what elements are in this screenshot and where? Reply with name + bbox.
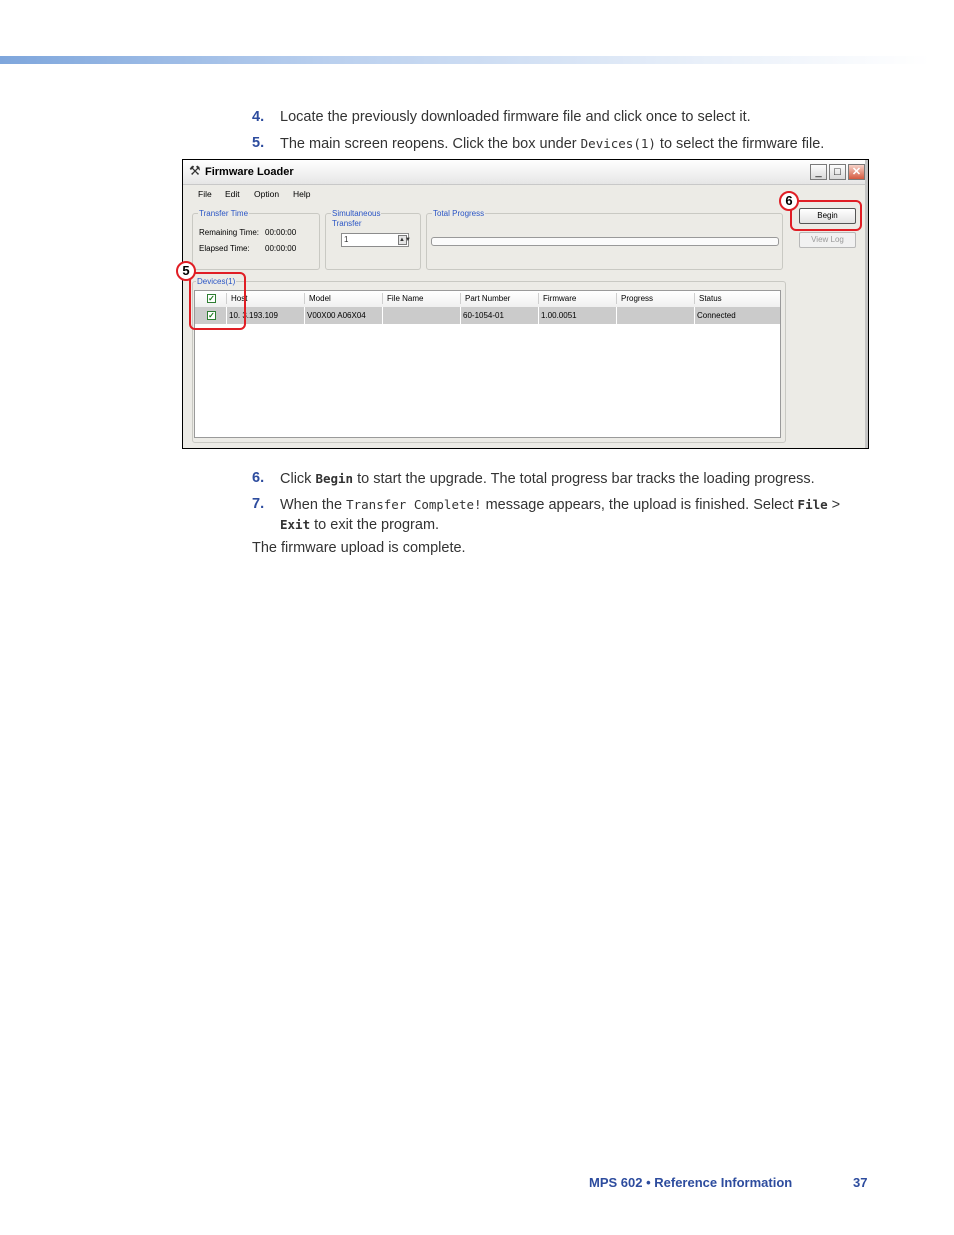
- close-button[interactable]: ✕: [848, 164, 865, 180]
- cell-status: Connected: [697, 311, 736, 320]
- simultaneous-label: Simultaneous: [331, 209, 382, 218]
- step-text: Click Begin to start the upgrade. The to…: [280, 471, 815, 487]
- table-row[interactable]: ✓ 10. 3.193.109 V00X00 A06X04 60-1054-01…: [195, 307, 780, 324]
- column-model[interactable]: Model: [309, 294, 331, 303]
- cell-firmware: 1.00.0051: [541, 311, 577, 320]
- header-accent-bar: [0, 56, 930, 64]
- column-file-name[interactable]: File Name: [387, 294, 423, 303]
- code-devices: Devices(1): [580, 136, 656, 151]
- column-part-number[interactable]: Part Number: [465, 294, 510, 303]
- maximize-button[interactable]: □: [829, 164, 846, 180]
- callout-5-badge: 5: [176, 261, 196, 281]
- view-log-button[interactable]: View Log: [799, 232, 856, 248]
- menu-bar: File Edit Option Help: [183, 185, 865, 203]
- elapsed-time-label: Elapsed Time:: [199, 244, 250, 253]
- column-firmware[interactable]: Firmware: [543, 294, 576, 303]
- column-progress[interactable]: Progress: [621, 294, 653, 303]
- total-progress-bar: [431, 237, 779, 246]
- page-number: 37: [853, 1175, 868, 1190]
- firmware-loader-screenshot: ⚒ Firmware Loader _ □ ✕ File Edit Option…: [176, 159, 869, 449]
- simultaneous-transfer-spinner[interactable]: 1 ▲▼: [341, 233, 411, 247]
- minimize-button[interactable]: _: [810, 164, 827, 180]
- spinner-arrows-icon[interactable]: ▲▼: [398, 235, 411, 245]
- transfer-time-label: Transfer Time: [198, 209, 250, 218]
- step-text: When the Transfer Complete! message appe…: [280, 497, 841, 533]
- code-transfer-complete: Transfer Complete!: [346, 497, 482, 512]
- menu-edit[interactable]: Edit: [225, 189, 240, 199]
- devices-table: ✓ Host Model File Name Part Number Firmw…: [194, 290, 781, 438]
- code-file: File: [797, 497, 828, 512]
- closing-paragraph: The firmware upload is complete.: [252, 540, 466, 556]
- code-exit: Exit: [280, 517, 311, 532]
- callout-6-badge: 6: [779, 191, 799, 211]
- step-number: 5.: [252, 135, 265, 151]
- column-status[interactable]: Status: [699, 294, 722, 303]
- tools-icon: ⚒: [189, 163, 201, 178]
- callout-5-frame: [189, 272, 246, 330]
- step-text: The main screen reopens. Click the box u…: [280, 136, 825, 152]
- step-number: 4.: [252, 109, 265, 125]
- menu-file[interactable]: File: [198, 189, 212, 199]
- footer-title: MPS 602 • Reference Information: [589, 1175, 793, 1190]
- transfer-label: Transfer: [331, 219, 363, 228]
- cell-model: V00X00 A06X04: [307, 311, 366, 320]
- window-title: Firmware Loader: [205, 166, 294, 178]
- code-begin: Begin: [315, 471, 354, 486]
- elapsed-time-value: 00:00:00: [265, 244, 297, 253]
- remaining-time-label: Remaining Time:: [199, 228, 260, 237]
- step-number: 6.: [252, 470, 265, 486]
- step-text: Locate the previously downloaded firmwar…: [280, 109, 751, 125]
- firmware-loader-window: ⚒ Firmware Loader _ □ ✕ File Edit Option…: [176, 160, 868, 448]
- menu-help[interactable]: Help: [293, 189, 310, 199]
- cell-part-number: 60-1054-01: [463, 311, 504, 320]
- callout-6-frame: [790, 200, 862, 231]
- menu-option[interactable]: Option: [254, 189, 279, 199]
- table-header: ✓ Host Model File Name Part Number Firmw…: [195, 291, 780, 308]
- transfer-time-group: [192, 213, 320, 270]
- total-progress-label: Total Progress: [432, 209, 486, 218]
- spinner-value: 1: [344, 235, 349, 244]
- title-bar: ⚒ Firmware Loader _ □ ✕: [183, 160, 865, 185]
- step-number: 7.: [252, 496, 265, 512]
- remaining-time-value: 00:00:00: [265, 228, 297, 237]
